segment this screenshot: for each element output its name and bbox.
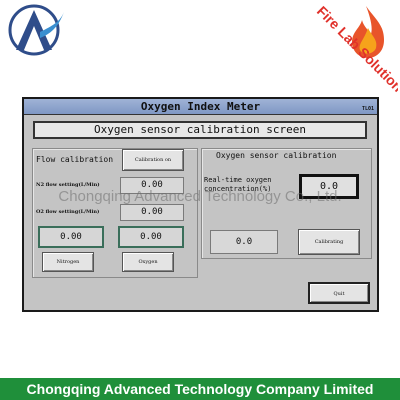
- o2-actual-flow-display: 0.00: [118, 226, 184, 248]
- company-logo: [6, 2, 66, 58]
- a-logo-icon: [8, 4, 64, 56]
- fire-lab-logo: Fire Lab Solution: [288, 0, 400, 100]
- quit-button[interactable]: Quit: [308, 282, 370, 304]
- calibration-value-display: 0.0: [210, 230, 278, 254]
- n2-actual-flow-display: 0.00: [38, 226, 104, 248]
- oxygen-button[interactable]: Oxygen: [122, 252, 174, 272]
- window-code: TL01: [361, 106, 374, 112]
- realtime-oxygen-label-line1: Real-time oxygen: [204, 176, 272, 184]
- calibration-on-button[interactable]: Calibration on: [122, 149, 184, 171]
- calibrating-button[interactable]: Calibrating: [298, 229, 360, 255]
- nitrogen-button[interactable]: Nitrogen: [42, 252, 94, 272]
- o2-flow-input[interactable]: 0.00: [120, 204, 184, 221]
- fire-logo-text: Fire Lab Solution: [314, 3, 398, 95]
- sensor-calibration-heading: Oxygen sensor calibration: [216, 151, 337, 160]
- flow-calibration-heading: Flow calibration: [36, 155, 114, 164]
- company-watermark: Chongqing Advanced Technology Co., Ltd.: [58, 188, 342, 205]
- company-footer: Chongqing Advanced Technology Company Li…: [0, 378, 400, 400]
- screen-title: Oxygen sensor calibration screen: [33, 121, 367, 139]
- window-title: Oxygen Index Meter: [24, 99, 377, 115]
- o2-flow-label: O2 flow setting(L/Min): [36, 209, 100, 215]
